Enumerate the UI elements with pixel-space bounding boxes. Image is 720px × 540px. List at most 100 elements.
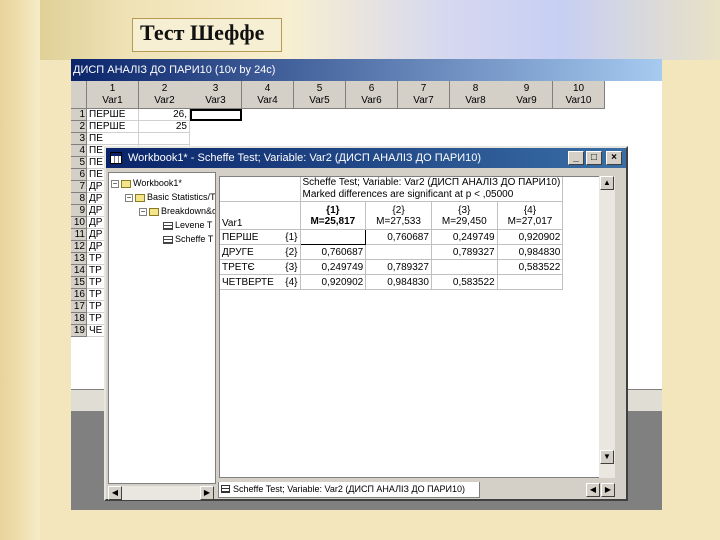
table-cell[interactable]: 0,920902 <box>300 274 367 290</box>
scroll-left-icon[interactable]: ◀ <box>108 486 122 500</box>
sheet-icon <box>163 235 173 244</box>
spreadsheet-row-header[interactable]: 19 <box>71 325 87 337</box>
spreadsheet-row-header[interactable]: 17 <box>71 301 87 313</box>
spreadsheet-cell[interactable]: ПЕРШЕ <box>87 109 139 121</box>
column-header[interactable]: {3} M=29,450 <box>431 201 498 230</box>
tree-item-label: Workbook1* <box>133 178 182 188</box>
spreadsheet-column-header[interactable]: 8 Var8 <box>450 81 502 109</box>
table-cell[interactable]: 0,760687 <box>300 244 367 260</box>
table-cell[interactable]: 0,920902 <box>497 229 564 245</box>
spreadsheet-column-header[interactable]: 1 Var1 <box>87 81 139 109</box>
selected-cell[interactable] <box>190 109 242 121</box>
column-header[interactable]: {1} M=25,817 <box>300 201 367 230</box>
row-header[interactable]: ПЕРШЕ {1} <box>220 229 301 245</box>
scroll-up-icon[interactable]: ▲ <box>600 176 614 190</box>
spreadsheet-cell[interactable] <box>139 133 190 145</box>
spreadsheet-row-header[interactable]: 16 <box>71 289 87 301</box>
table-cell[interactable]: 0,789327 <box>365 259 432 275</box>
table-cell[interactable]: 0,583522 <box>431 274 498 290</box>
tree-item[interactable]: − Workbook1* <box>111 177 182 190</box>
spreadsheet-column-header[interactable]: 3 Var3 <box>190 81 242 109</box>
table-cell[interactable]: 0,789327 <box>431 244 498 260</box>
corner-label: Var1 <box>220 201 301 230</box>
column-header[interactable]: {2} M=27,533 <box>365 201 432 230</box>
row-header[interactable]: ТРЕТЄ {3} <box>220 259 301 275</box>
spreadsheet-corner[interactable] <box>71 81 87 109</box>
spreadsheet-cell[interactable]: 25 <box>139 121 190 133</box>
sheet-icon <box>163 221 173 230</box>
close-button[interactable]: × <box>606 151 622 165</box>
tree-item-label: Breakdown&one <box>161 206 216 216</box>
book-icon <box>135 193 145 202</box>
spreadsheet-column-header[interactable]: 6 Var6 <box>346 81 398 109</box>
table-cell[interactable] <box>365 244 432 260</box>
table-cell[interactable]: 0,984830 <box>497 244 564 260</box>
spreadsheet-row-header[interactable]: 2 <box>71 121 87 133</box>
tab-label: Scheffe Test; Variable: Var2 (ДИСП АНАЛІ… <box>233 484 466 494</box>
row-header[interactable]: ЧЕТВЕРТЕ {4} <box>220 274 301 290</box>
sheet-tab-bar: Scheffe Test; Variable: Var2 (ДИСП АНАЛІ… <box>216 482 616 498</box>
table-row: ЧЕТВЕРТЕ {4} 0,920902 0,984830 0,583522 <box>220 274 564 290</box>
spreadsheet-column-header[interactable]: 2 Var2 <box>139 81 191 109</box>
table-cell[interactable]: 0,583522 <box>497 259 564 275</box>
table-cell[interactable]: 0,760687 <box>365 229 432 245</box>
spreadsheet-row-header[interactable]: 13 <box>71 253 87 265</box>
tree-scrollbar[interactable]: ◀ ▶ <box>108 486 214 500</box>
spreadsheet-row-header[interactable]: 12 <box>71 241 87 253</box>
spreadsheet-row-header[interactable]: 8 <box>71 193 87 205</box>
spreadsheet-row-header[interactable]: 5 <box>71 157 87 169</box>
tree-item-label: Levene T <box>175 220 213 230</box>
spreadsheet-column-header[interactable]: 9 Var9 <box>501 81 553 109</box>
tree-item[interactable]: − Breakdown&one <box>139 205 216 218</box>
expander-icon[interactable]: − <box>111 179 119 188</box>
book-icon <box>121 179 131 188</box>
table-cell[interactable] <box>299 229 367 245</box>
scroll-down-icon[interactable]: ▼ <box>600 450 614 464</box>
spreadsheet-row-header[interactable]: 14 <box>71 265 87 277</box>
table-cell[interactable]: 0,249749 <box>431 229 498 245</box>
spreadsheet-row-header[interactable]: 10 <box>71 217 87 229</box>
tab-scroll-left-icon[interactable]: ◀ <box>586 483 600 497</box>
result-header-line2: Marked differences are significant at p … <box>302 189 514 200</box>
minimize-button[interactable]: _ <box>568 151 584 165</box>
table-row: ТРЕТЄ {3} 0,249749 0,789327 0,583522 <box>220 259 564 275</box>
workbook-title-bar[interactable]: Workbook1* - Scheffe Test; Variable: Var… <box>106 148 626 168</box>
spreadsheet-row-header[interactable]: 7 <box>71 181 87 193</box>
spreadsheet-column-header[interactable]: 5 Var5 <box>294 81 346 109</box>
spreadsheet-cell[interactable]: 26, <box>139 109 190 121</box>
spreadsheet-cell[interactable]: ПЕ <box>87 133 139 145</box>
tree-item[interactable]: Levene T <box>153 219 212 232</box>
table-row: ПЕРШЕ {1} 0,760687 0,249749 0,920902 <box>220 229 564 245</box>
table-cell[interactable]: 0,984830 <box>365 274 432 290</box>
spreadsheet-row-header[interactable]: 1 <box>71 109 87 121</box>
spreadsheet-column-header[interactable]: 7 Var7 <box>398 81 450 109</box>
tab-scroll-right-icon[interactable]: ▶ <box>601 483 615 497</box>
spreadsheet-row-header[interactable]: 9 <box>71 205 87 217</box>
tree-item[interactable]: − Basic Statistics/Ta <box>125 191 215 204</box>
scheffe-table: Scheffe Test; Variable: Var2 (ДИСП АНАЛІ… <box>220 177 564 290</box>
column-header[interactable]: {4} M=27,017 <box>497 201 564 230</box>
spreadsheet-row-header[interactable]: 15 <box>71 277 87 289</box>
table-cell[interactable] <box>497 274 564 290</box>
table-row: ДРУГЕ {2} 0,760687 0,789327 0,984830 <box>220 244 564 260</box>
results-vertical-scrollbar[interactable]: ▲ ▼ <box>599 176 615 478</box>
expander-icon[interactable]: − <box>125 193 133 202</box>
table-cell[interactable]: 0,249749 <box>300 259 367 275</box>
spreadsheet-row-header[interactable]: 4 <box>71 145 87 157</box>
spreadsheet-column-header[interactable]: 4 Var4 <box>242 81 294 109</box>
scroll-right-icon[interactable]: ▶ <box>200 486 214 500</box>
row-header[interactable]: ДРУГЕ {2} <box>220 244 301 260</box>
table-cell[interactable] <box>431 259 498 275</box>
spreadsheet-cell[interactable]: ПЕРШЕ <box>87 121 139 133</box>
tree-item[interactable]: Scheffe T <box>153 233 213 246</box>
spreadsheet-row-header[interactable]: 6 <box>71 169 87 181</box>
spreadsheet-row-header[interactable]: 3 <box>71 133 87 145</box>
maximize-button[interactable]: □ <box>586 151 602 165</box>
tree-item-label: Scheffe T <box>175 234 214 244</box>
spreadsheet-row-header[interactable]: 11 <box>71 229 87 241</box>
spreadsheet-row-header[interactable]: 18 <box>71 313 87 325</box>
sheet-icon <box>221 485 230 493</box>
spreadsheet-column-header[interactable]: 10 Var10 <box>553 81 605 109</box>
expander-icon[interactable]: − <box>139 207 147 216</box>
tab-scheffe-test[interactable]: Scheffe Test; Variable: Var2 (ДИСП АНАЛІ… <box>218 482 480 498</box>
